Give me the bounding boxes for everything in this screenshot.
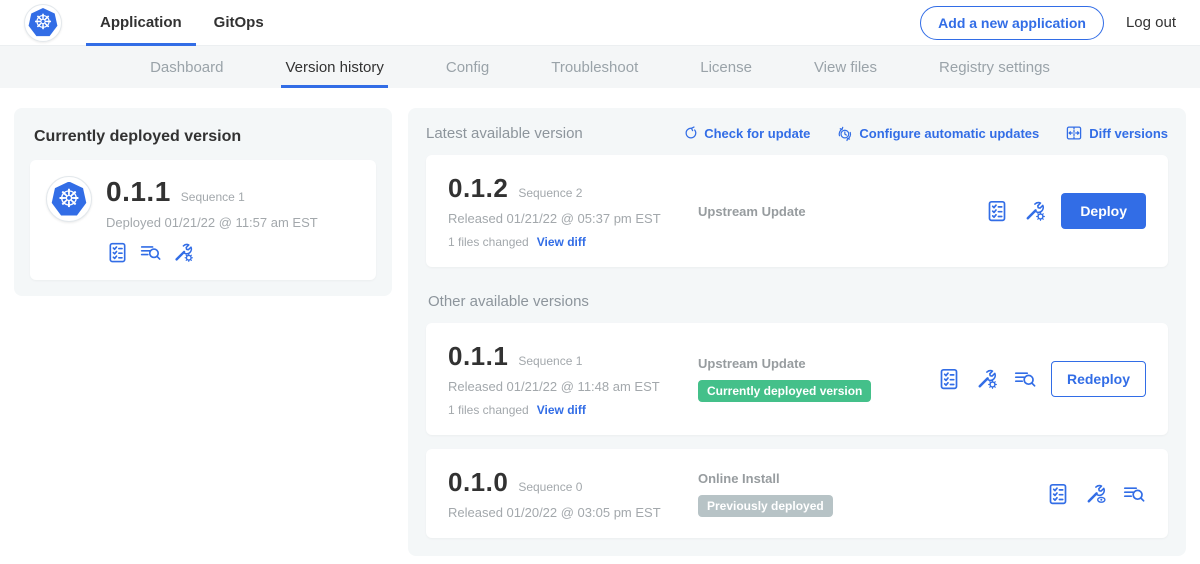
subnav-registry-settings[interactable]: Registry settings [939, 46, 1050, 88]
redeploy-button[interactable]: Redeploy [1051, 361, 1146, 397]
preflight-checklist-icon[interactable] [1046, 482, 1070, 506]
subnav-dashboard[interactable]: Dashboard [150, 46, 223, 88]
version-card-0-1-2: 0.1.2 Sequence 2 Released 01/21/22 @ 05:… [426, 155, 1168, 267]
sequence-label: Sequence 1 [518, 354, 582, 368]
tab-gitops[interactable]: GitOps [198, 0, 280, 46]
refresh-icon [682, 125, 698, 141]
configure-automatic-updates-label: Configure automatic updates [859, 126, 1039, 141]
app-subnav: Dashboard Version history Config Trouble… [0, 46, 1200, 88]
header-tabs: Application GitOps [84, 0, 280, 46]
view-diff-link[interactable]: View diff [537, 403, 586, 417]
version-card-0-1-1: 0.1.1 Sequence 1 Released 01/21/22 @ 11:… [426, 323, 1168, 435]
preflight-checklist-icon[interactable] [985, 199, 1009, 223]
subnav-license[interactable]: License [700, 46, 752, 88]
preflight-checklist-icon[interactable] [106, 241, 129, 264]
diff-icon [1065, 124, 1083, 142]
app-icon: ☸ [46, 176, 92, 222]
subnav-config[interactable]: Config [446, 46, 489, 88]
view-diff-link[interactable]: View diff [537, 235, 586, 249]
files-changed-label: 1 files changed [448, 235, 529, 249]
tab-application[interactable]: Application [84, 0, 198, 46]
sequence-label: Sequence 0 [518, 480, 582, 494]
versions-panel: Latest available version Check for updat… [408, 108, 1186, 556]
version-source-label: Upstream Update [698, 204, 985, 219]
sequence-label: Sequence 2 [518, 186, 582, 200]
other-versions-title: Other available versions [428, 293, 1166, 310]
subnav-troubleshoot[interactable]: Troubleshoot [551, 46, 638, 88]
edit-config-icon[interactable] [975, 367, 999, 391]
check-for-update-link[interactable]: Check for update [682, 125, 810, 141]
tab-application-label: Application [100, 14, 182, 31]
released-timestamp: Released 01/21/22 @ 05:37 pm EST [448, 211, 698, 226]
helm-wheel-icon: ☸ [58, 187, 80, 212]
files-changed-label: 1 files changed [448, 403, 529, 417]
configure-automatic-updates-link[interactable]: Configure automatic updates [836, 125, 1039, 142]
check-for-update-label: Check for update [704, 126, 810, 141]
kubernetes-logo: ☸ [24, 4, 62, 42]
released-timestamp: Released 01/21/22 @ 11:48 am EST [448, 379, 698, 394]
deployed-panel-title: Currently deployed version [34, 128, 372, 146]
deploy-logs-icon[interactable] [1122, 482, 1146, 506]
latest-version-title: Latest available version [426, 125, 583, 142]
preflight-checklist-icon[interactable] [937, 367, 961, 391]
version-number: 0.1.0 [448, 467, 508, 498]
version-card-0-1-0: 0.1.0 Sequence 0 Released 01/20/22 @ 03:… [426, 449, 1168, 538]
version-source-label: Upstream Update [698, 356, 937, 371]
add-application-button[interactable]: Add a new application [920, 6, 1104, 40]
deploy-logs-icon[interactable] [1013, 367, 1037, 391]
currently-deployed-panel: Currently deployed version ☸ 0.1.1 Seque… [14, 108, 392, 296]
deployed-version-card: ☸ 0.1.1 Sequence 1 Deployed 01/21/22 @ 1… [30, 160, 376, 280]
top-header: ☸ Application GitOps Add a new applicati… [0, 0, 1200, 46]
previously-deployed-badge: Previously deployed [698, 495, 833, 517]
subnav-version-history[interactable]: Version history [285, 46, 383, 88]
version-number: 0.1.2 [448, 173, 508, 204]
tab-gitops-label: GitOps [214, 14, 264, 31]
deployed-timestamp: Deployed 01/21/22 @ 11:57 am EST [106, 215, 318, 230]
edit-config-icon[interactable] [1023, 199, 1047, 223]
auto-update-clock-icon [836, 125, 853, 142]
released-timestamp: Released 01/20/22 @ 03:05 pm EST [448, 505, 698, 520]
deploy-logs-icon[interactable] [139, 241, 162, 264]
logout-button[interactable]: Log out [1126, 14, 1176, 31]
subnav-view-files[interactable]: View files [814, 46, 877, 88]
deploy-button[interactable]: Deploy [1061, 193, 1146, 229]
view-config-icon[interactable] [1084, 482, 1108, 506]
version-number: 0.1.1 [448, 341, 508, 372]
edit-config-icon[interactable] [172, 241, 195, 264]
version-source-label: Online Install [698, 471, 1046, 486]
deployed-sequence-label: Sequence 1 [181, 190, 245, 204]
currently-deployed-badge: Currently deployed version [698, 380, 871, 402]
diff-versions-link[interactable]: Diff versions [1065, 124, 1168, 142]
helm-wheel-icon: ☸ [34, 12, 53, 33]
deployed-version-number: 0.1.1 [106, 176, 171, 208]
diff-versions-label: Diff versions [1089, 126, 1168, 141]
